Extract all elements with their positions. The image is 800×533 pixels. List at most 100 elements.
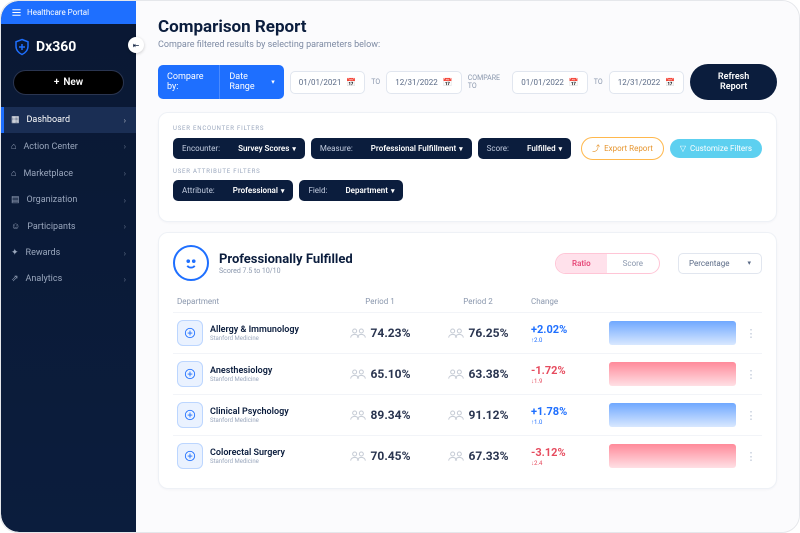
dept-cell: Colorectal SurgeryStanford Medicine: [177, 443, 327, 469]
chevron-down-icon: ▾: [391, 187, 395, 195]
date-from-a[interactable]: 01/01/2021📅: [290, 71, 366, 94]
nav-label: Dashboard: [27, 115, 71, 125]
metric-subtitle: Scored 7.5 to 10/10: [219, 267, 353, 275]
sidebar-item-dashboard[interactable]: ▦ Dashboard ›: [1, 107, 136, 133]
table-row: Clinical PsychologyStanford Medicine89.3…: [173, 394, 762, 435]
filter-pill[interactable]: Measure:Professional Fulfillment▾: [311, 138, 472, 159]
chevron-right-icon: ›: [124, 275, 126, 284]
new-label: New: [63, 77, 83, 88]
dept-org: Stanford Medicine: [210, 417, 289, 424]
nav-label: Marketplace: [23, 169, 73, 179]
period2-cell: 76.25%: [433, 326, 523, 340]
row-more-button[interactable]: ⋮: [744, 368, 758, 381]
customize-filters-button[interactable]: ▽Customize Filters: [670, 139, 762, 158]
toggle-ratio[interactable]: Ratio: [556, 254, 607, 273]
main-content: Comparison Report Compare filtered resul…: [136, 1, 799, 532]
filter-pill[interactable]: Field:Department▾: [299, 180, 403, 201]
bag-icon: ⌂: [11, 168, 16, 179]
col-change: Change: [531, 297, 601, 306]
date-to-a[interactable]: 12/31/2022📅: [386, 71, 462, 94]
sidebar-item-organization[interactable]: ▤Organization›: [1, 187, 136, 213]
calendar-icon: 📅: [569, 78, 579, 87]
dept-org: Stanford Medicine: [210, 335, 299, 342]
period1-cell: 74.23%: [335, 326, 425, 340]
unit-selector[interactable]: Percentage ▾: [678, 253, 762, 274]
row-more-button[interactable]: ⋮: [744, 450, 758, 463]
dept-name: Colorectal Surgery: [210, 448, 285, 458]
row-more-button[interactable]: ⋮: [744, 327, 758, 340]
filter-icon: ▽: [680, 144, 686, 153]
period2-cell: 67.33%: [433, 449, 523, 463]
sidebar-item-analytics[interactable]: ⇗ Analytics ›: [1, 266, 136, 292]
dept-name: Allergy & Immunology: [210, 325, 299, 335]
gift-icon: ✦: [11, 248, 19, 258]
filters-card: USER ENCOUNTER FILTERS Encounter:Survey …: [158, 112, 777, 222]
sidebar-item-action-center[interactable]: ⌂ Action Center ›: [1, 133, 136, 160]
dept-name: Anesthesiology: [210, 366, 272, 376]
row-more-button[interactable]: ⋮: [744, 409, 758, 422]
chevron-down-icon: ▾: [271, 78, 275, 86]
nav-label: Action Center: [23, 142, 77, 152]
to-label-2: TO: [594, 78, 603, 86]
attribute-filters-label: USER ATTRIBUTE FILTERS: [173, 168, 762, 175]
new-button[interactable]: + New: [13, 70, 124, 95]
collapse-sidebar-button[interactable]: ⇤: [128, 37, 144, 53]
table-row: Colorectal SurgeryStanford Medicine70.45…: [173, 435, 762, 476]
filter-pill[interactable]: Attribute:Professional▾: [173, 180, 293, 201]
ratio-score-toggle[interactable]: Ratio Score: [555, 253, 660, 274]
export-button[interactable]: ⤴Export Report: [581, 137, 664, 160]
calendar-icon: 📅: [443, 78, 453, 87]
dept-icon: [177, 361, 203, 387]
chart-icon: ⇗: [11, 274, 19, 284]
nav-label: Organization: [27, 195, 78, 205]
table-body: Allergy & ImmunologyStanford Medicine74.…: [173, 312, 762, 476]
chevron-right-icon: ›: [124, 116, 126, 125]
portal-banner[interactable]: Healthcare Portal: [1, 1, 136, 24]
dept-cell: Clinical PsychologyStanford Medicine: [177, 402, 327, 428]
sparkline: [609, 362, 736, 386]
date-to-b[interactable]: 12/31/2022📅: [609, 71, 685, 94]
upload-icon: ⤴: [592, 143, 600, 154]
refresh-button[interactable]: Refresh Report: [690, 64, 777, 100]
chevron-right-icon: ›: [124, 142, 126, 151]
dept-name: Clinical Psychology: [210, 407, 289, 417]
app-logo: Dx360: [1, 24, 136, 66]
dept-icon: [177, 320, 203, 346]
period1-cell: 65.10%: [335, 367, 425, 381]
period2-cell: 91.12%: [433, 408, 523, 422]
shield-icon: [13, 38, 31, 56]
brand-name: Dx360: [36, 39, 76, 55]
filter-pill[interactable]: Score:Fulfilled▾: [478, 138, 571, 159]
chevron-down-icon: ▾: [459, 145, 463, 153]
grid-icon: ▦: [11, 115, 20, 125]
nav-label: Rewards: [26, 248, 61, 258]
filter-pill[interactable]: Encounter:Survey Scores▾: [173, 138, 305, 159]
calendar-icon: 📅: [346, 78, 356, 87]
dept-cell: AnesthesiologyStanford Medicine: [177, 361, 327, 387]
toggle-score[interactable]: Score: [607, 254, 659, 273]
sidebar-item-participants[interactable]: ☺Participants›: [1, 213, 136, 240]
chevron-right-icon: ›: [124, 222, 126, 231]
nav-label: Participants: [27, 222, 75, 232]
date-from-b[interactable]: 01/01/2022📅: [512, 71, 588, 94]
sidebar-item-marketplace[interactable]: ⌂ Marketplace ›: [1, 160, 136, 187]
page-subtitle: Compare filtered results by selecting pa…: [158, 40, 777, 50]
sidebar-item-rewards[interactable]: ✦Rewards›: [1, 240, 136, 266]
table-row: AnesthesiologyStanford Medicine65.10%63.…: [173, 353, 762, 394]
change-cell: +1.78%↑1.0: [531, 405, 601, 426]
sparkline: [609, 444, 736, 468]
encounter-filters-label: USER ENCOUNTER FILTERS: [173, 125, 762, 132]
compare-by-label: Compare by:: [158, 65, 219, 99]
bell-icon: ⌂: [11, 141, 16, 152]
dept-icon: [177, 443, 203, 469]
change-cell: -3.12%↓2.4: [531, 446, 601, 467]
chevron-down-icon: ▾: [281, 187, 285, 195]
compare-to-label: COMPARE TO: [468, 74, 507, 90]
plus-icon: +: [54, 77, 60, 88]
compare-by-selector[interactable]: Compare by: Date Range▾: [158, 65, 284, 99]
nav-label: Analytics: [26, 274, 63, 284]
chevron-right-icon: ›: [124, 169, 126, 178]
metric-card: Professionally Fulfilled Scored 7.5 to 1…: [158, 232, 777, 489]
chevron-down-icon: ▾: [559, 145, 563, 153]
chevron-right-icon: ›: [124, 196, 126, 205]
